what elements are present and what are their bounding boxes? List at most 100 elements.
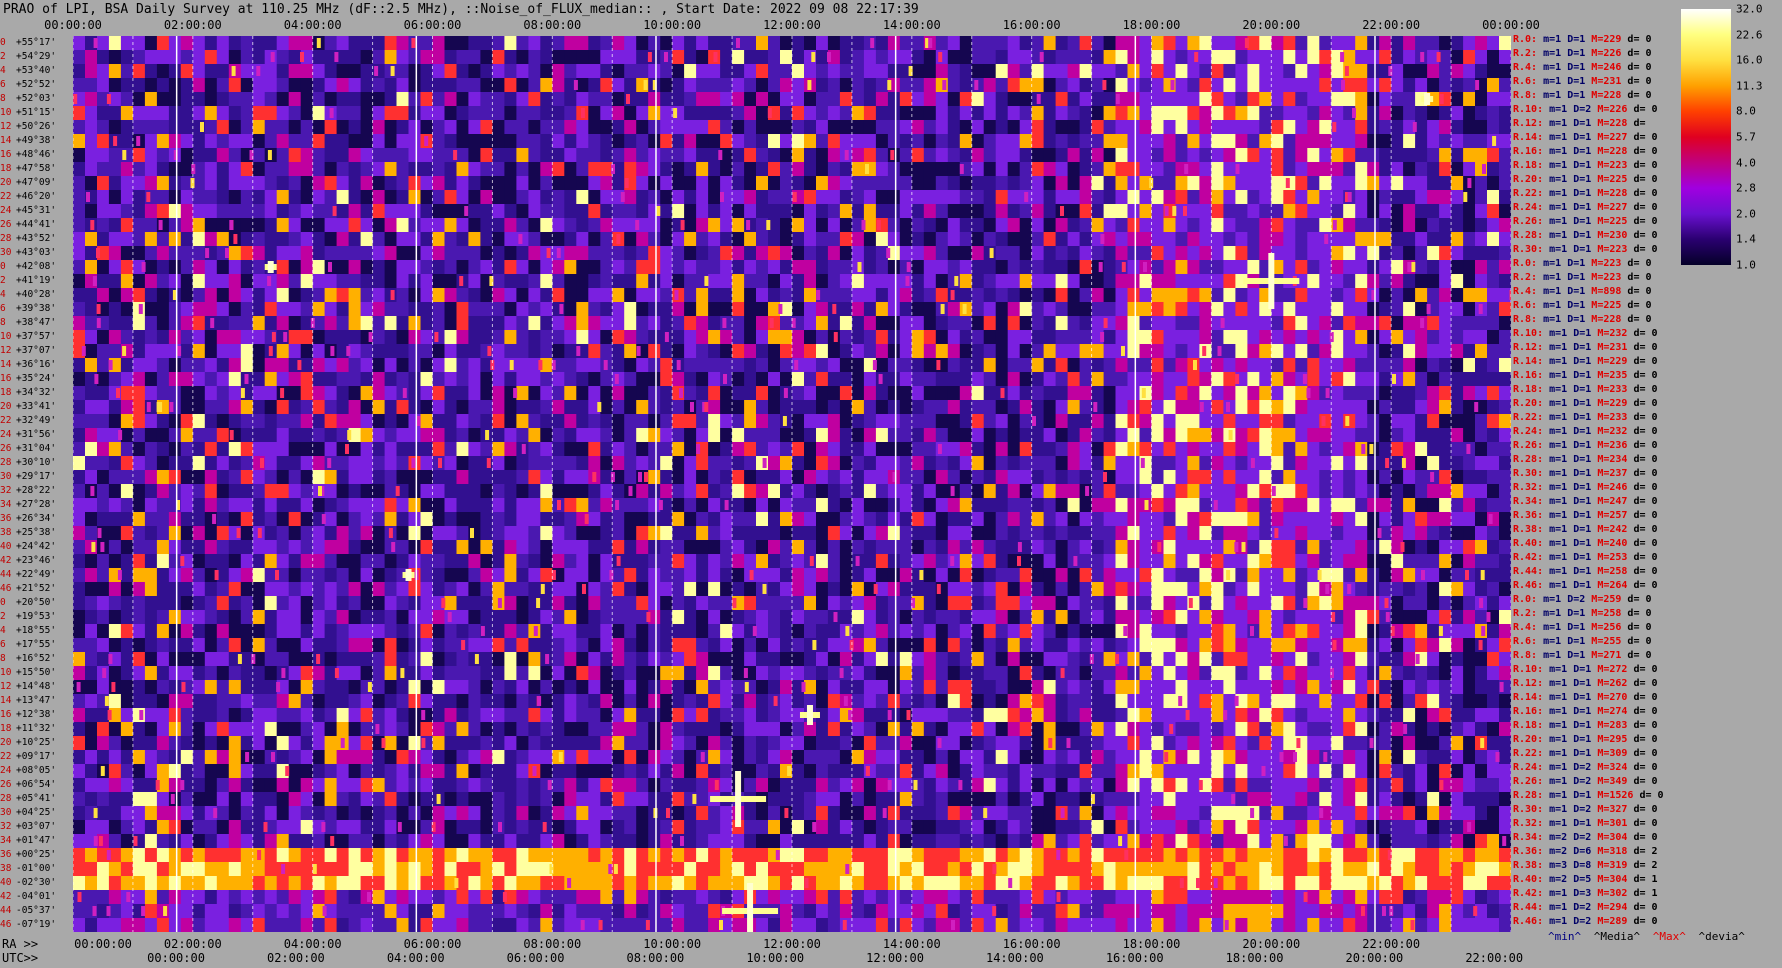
heatmap-cell [1403,372,1416,387]
heatmap-cell [1187,484,1200,499]
heatmap-cell [444,344,457,359]
heatmap-cell [336,260,350,275]
heatmap-cell [468,428,481,443]
heatmap-cell [600,190,613,205]
heatmap-cell [468,190,481,205]
heatmap-cell [528,50,541,65]
heatmap-cell [1163,372,1176,387]
heatmap-cell [780,218,793,233]
heatmap-cell [552,288,565,303]
heatmap-cell [1199,92,1212,107]
heatmap-cell [995,456,1009,471]
heatmap-cell [1163,498,1176,513]
heatmap-cell [612,344,625,359]
heatmap-cell [1475,498,1488,513]
heatmap-cell [384,596,398,611]
heatmap-cell [660,344,673,359]
heatmap-cell [792,512,805,527]
heatmap-cell [1139,78,1152,93]
heatmap-cell [1223,582,1236,597]
heatmap-cell [1031,456,1045,471]
heatmap-cell [756,526,769,541]
heatmap-cell [923,120,937,135]
heatmap-cell [540,554,553,569]
heatmap-cell [564,512,577,527]
heatmap-cell [1403,582,1416,597]
heatmap-cell [216,442,230,457]
heatmap-cell [816,36,829,51]
heatmap-cell [1367,568,1380,583]
heatmap-cell [1475,386,1488,401]
heatmap-cell [648,176,661,191]
heatmap-cell [73,596,86,611]
heatmap-cell [1067,274,1081,289]
heatmap-cell [1067,498,1081,513]
heatmap-cell [1235,568,1248,583]
heatmap-cell [612,330,625,345]
heatmap-cell [863,414,877,429]
heatmap-cell [216,176,230,191]
heatmap-cell [73,162,86,177]
heatmap-cell [983,456,997,471]
heatmap-cell [1163,190,1176,205]
heatmap-cell [264,302,278,317]
heatmap-cell [168,274,182,289]
heatmap-cell [276,134,290,149]
heatmap-cell [1151,218,1164,233]
heatmap-cell [1499,554,1511,569]
heatmap-cell [540,162,553,177]
heatmap-cell [1451,204,1464,219]
heatmap-cell [947,596,961,611]
heatmap-cell [804,288,817,303]
heatmap-cell [1355,554,1368,569]
heatmap-cell [1271,582,1284,597]
heatmap-cell [1331,540,1344,555]
heatmap-cell [1235,554,1248,569]
heatmap-cell [983,148,997,163]
heatmap-cell [576,148,589,163]
heatmap-cell [85,554,98,569]
heatmap-cell [1223,526,1236,541]
heatmap-cell [600,120,613,135]
heatmap-cell [492,470,505,485]
heatmap-cell [1247,92,1260,107]
heatmap-cell [1259,456,1272,471]
heatmap-cell [1211,470,1224,485]
heatmap-cell [1043,134,1057,149]
heatmap-cell [480,302,493,317]
heatmap-cell [1235,330,1248,345]
heatmap-cell [672,246,685,261]
heatmap-cell [288,610,302,625]
heatmap-cell [168,120,182,135]
heatmap-cell [1175,120,1188,135]
heatmap-cell [264,498,278,513]
heatmap-cell [288,106,302,121]
heatmap-cell [708,162,721,177]
heatmap-cell [672,442,685,457]
heatmap-cell [516,582,529,597]
heatmap-cell [504,400,517,415]
heatmap-cell [384,302,398,317]
heatmap-cell [564,526,577,541]
heatmap-cell [144,484,158,499]
heatmap-cell [1199,526,1212,541]
heatmap-cell [899,554,913,569]
heatmap-cell [480,442,493,457]
heatmap-cell [1499,358,1511,373]
heatmap-cell [1367,120,1380,135]
heatmap-cell [1295,442,1308,457]
heatmap-cell [492,456,505,471]
heatmap-cell [288,344,302,359]
heatmap-cell [444,414,457,429]
heatmap-cell [168,484,182,499]
heatmap-cell [1235,134,1248,149]
heatmap-cell [720,246,733,261]
heatmap-cell [1055,484,1069,499]
heatmap-cell [1391,484,1404,499]
heatmap-cell [875,554,889,569]
heatmap-cell [899,414,913,429]
heatmap-cell [276,512,290,527]
heatmap-cell [1355,526,1368,541]
heatmap-cell [1463,64,1476,79]
heatmap-cell [384,330,398,345]
